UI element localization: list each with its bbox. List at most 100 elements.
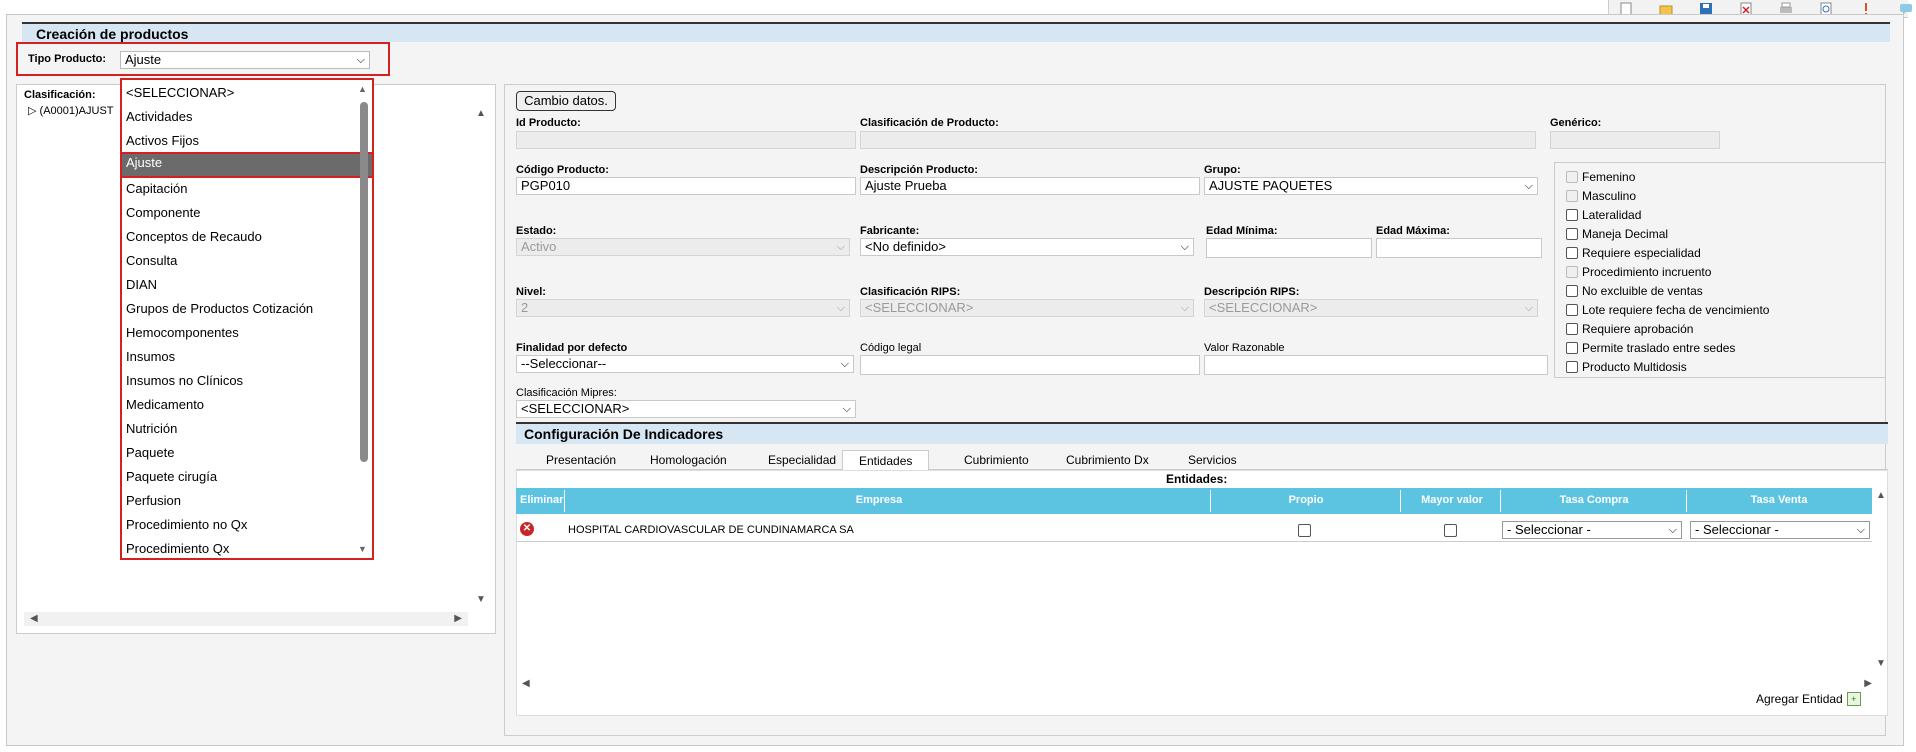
grupo-label: Grupo: bbox=[1204, 164, 1241, 176]
dropdown-option[interactable]: Actividades bbox=[126, 106, 356, 128]
codigo-producto-input[interactable]: PGP010 bbox=[516, 177, 856, 195]
descripcion-rips-label: Descripción RIPS: bbox=[1204, 286, 1300, 298]
tab-presentacion[interactable]: Presentación bbox=[530, 450, 632, 472]
checkbox-box[interactable] bbox=[1566, 342, 1578, 354]
tipo-producto-select[interactable]: Ajuste ⌵ bbox=[120, 51, 370, 69]
estado-label: Estado: bbox=[516, 225, 557, 237]
tab-cubrimiento-dx[interactable]: Cubrimiento Dx bbox=[1050, 450, 1165, 472]
id-producto-label: Id Producto: bbox=[516, 117, 581, 129]
grupo-select[interactable]: AJUSTE PAQUETES ⌵ bbox=[1204, 177, 1538, 195]
checkbox-box[interactable] bbox=[1566, 247, 1578, 259]
scroll-down-arrow-icon[interactable]: ▼ bbox=[476, 594, 486, 605]
chevron-down-icon: ⌵ bbox=[1524, 302, 1533, 314]
dropdown-option[interactable]: <SELECCIONAR> bbox=[126, 82, 356, 104]
cambio-datos-button[interactable]: Cambio datos. bbox=[516, 91, 616, 111]
tab-homologacion[interactable]: Homologación bbox=[634, 450, 743, 472]
delete-row-icon[interactable]: ✕ bbox=[520, 522, 534, 536]
chevron-down-icon: ⌵ bbox=[356, 54, 365, 66]
descripcion-producto-input[interactable]: Ajuste Prueba bbox=[860, 177, 1200, 195]
clasificacion-mipres-select[interactable]: <SELECCIONAR> ⌵ bbox=[516, 400, 856, 418]
grid-horizontal-scrollbar[interactable]: ◀ ▶ bbox=[522, 678, 1872, 692]
dropdown-option[interactable]: Nutrición bbox=[126, 418, 356, 440]
nivel-value: 2 bbox=[521, 300, 529, 315]
scroll-down-arrow-icon[interactable]: ▼ bbox=[358, 544, 367, 554]
checkbox-box[interactable] bbox=[1566, 209, 1578, 221]
option-checkbox: Femenino bbox=[1566, 170, 1635, 184]
scroll-right-arrow-icon[interactable]: ▶ bbox=[454, 613, 462, 624]
option-checkbox[interactable]: Maneja Decimal bbox=[1566, 227, 1668, 241]
dropdown-option[interactable]: Perfusion bbox=[126, 490, 356, 512]
dropdown-option[interactable]: Activos Fijos bbox=[126, 130, 356, 152]
scroll-down-arrow-icon[interactable]: ▼ bbox=[1876, 658, 1886, 669]
dropdown-option[interactable]: Consulta bbox=[126, 250, 356, 272]
scroll-right-arrow-icon[interactable]: ▶ bbox=[1864, 678, 1872, 689]
dropdown-option[interactable]: Paquete cirugía bbox=[126, 466, 356, 488]
dropdown-option[interactable]: Paquete bbox=[126, 442, 356, 464]
checkbox-box[interactable] bbox=[1566, 361, 1578, 373]
dropdown-option[interactable]: Insumos no Clínicos bbox=[126, 370, 356, 392]
option-checkbox[interactable]: Requiere especialidad bbox=[1566, 246, 1701, 260]
tree-node-label: (A0001)AJUST bbox=[39, 105, 114, 117]
edad-minima-input[interactable] bbox=[1206, 238, 1372, 258]
expand-triangle-icon[interactable]: ▷ bbox=[28, 105, 36, 117]
tree-node[interactable]: ▷ (A0001)AJUST bbox=[28, 104, 114, 117]
tab-entidades[interactable]: Entidades bbox=[842, 450, 930, 472]
agregar-entidad-label: Agregar Entidad bbox=[1756, 692, 1843, 706]
tipo-producto-dropdown-list[interactable]: <SELECCIONAR> Actividades Activos Fijos Aju… bbox=[120, 78, 374, 560]
dropdown-option[interactable]: Insumos bbox=[126, 346, 356, 368]
dropdown-option[interactable]: Capitación bbox=[126, 178, 356, 200]
col-empresa: Empresa bbox=[855, 494, 903, 506]
scroll-up-arrow-icon[interactable]: ▲ bbox=[1876, 490, 1886, 501]
tab-servicios[interactable]: Servicios bbox=[1172, 450, 1253, 472]
propio-checkbox[interactable] bbox=[1298, 524, 1311, 537]
checkbox-box[interactable] bbox=[1566, 285, 1578, 297]
scrollbar-thumb[interactable] bbox=[360, 102, 368, 462]
edad-minima-label: Edad Mínima: bbox=[1206, 225, 1278, 237]
indicadores-title: Configuración De Indicadores bbox=[524, 426, 724, 442]
chevron-down-icon: ⌵ bbox=[1180, 302, 1189, 314]
checkbox-box[interactable] bbox=[1566, 304, 1578, 316]
scroll-up-arrow-icon[interactable]: ▲ bbox=[476, 108, 486, 119]
tipo-producto-value: Ajuste bbox=[125, 52, 162, 67]
chevron-down-icon: ⌵ bbox=[1668, 524, 1677, 536]
mayor-valor-checkbox[interactable] bbox=[1444, 524, 1457, 537]
tasa-compra-select[interactable]: - Seleccionar - ⌵ bbox=[1502, 521, 1682, 539]
valor-razonable-input[interactable] bbox=[1204, 355, 1548, 375]
scroll-left-arrow-icon[interactable]: ◀ bbox=[30, 613, 38, 624]
edad-maxima-input[interactable] bbox=[1376, 238, 1542, 258]
finalidad-select[interactable]: --Seleccionar-- ⌵ bbox=[516, 355, 854, 373]
option-checkbox[interactable]: Requiere aprobación bbox=[1566, 322, 1693, 336]
dropdown-option[interactable]: DIAN bbox=[126, 274, 356, 296]
checkbox-label: Lateralidad bbox=[1582, 208, 1642, 222]
option-checkbox[interactable]: Producto Multidosis bbox=[1566, 360, 1687, 374]
page-title: Creación de productos bbox=[36, 26, 189, 42]
chevron-down-icon: ⌵ bbox=[840, 358, 849, 370]
codigo-legal-input[interactable] bbox=[860, 355, 1200, 375]
dropdown-option[interactable]: Medicamento bbox=[126, 394, 356, 416]
option-checkbox[interactable]: No excluible de ventas bbox=[1566, 284, 1703, 298]
checkbox-box[interactable] bbox=[1566, 228, 1578, 240]
scroll-up-arrow-icon[interactable]: ▲ bbox=[358, 84, 367, 94]
dropdown-option[interactable]: Componente bbox=[126, 202, 356, 224]
option-checkbox[interactable]: Permite traslado entre sedes bbox=[1566, 341, 1735, 355]
dropdown-option[interactable]: Conceptos de Recaudo bbox=[126, 226, 356, 248]
tab-especialidad[interactable]: Especialidad bbox=[752, 450, 852, 472]
option-checkbox[interactable]: Lote requiere fecha de vencimiento bbox=[1566, 303, 1769, 317]
tasa-venta-select[interactable]: - Seleccionar - ⌵ bbox=[1690, 521, 1870, 539]
fabricante-select[interactable]: <No definido> ⌵ bbox=[860, 238, 1194, 256]
dropdown-option[interactable]: Hemocomponentes bbox=[126, 322, 356, 344]
tab-cubrimiento[interactable]: Cubrimiento bbox=[948, 450, 1045, 472]
dropdown-option[interactable]: Procedimiento no Qx bbox=[126, 514, 356, 536]
horizontal-scrollbar[interactable]: ◀ ▶ bbox=[24, 612, 468, 626]
clasificacion-mipres-label: Clasificación Mipres: bbox=[516, 387, 617, 399]
checkbox-box[interactable] bbox=[1566, 323, 1578, 335]
dropdown-option[interactable]: Ajuste bbox=[120, 152, 374, 178]
dropdown-scrollbar[interactable]: ▲ ▼ bbox=[358, 84, 368, 554]
agregar-entidad-button[interactable]: Agregar Entidad + bbox=[1756, 692, 1861, 706]
option-checkbox[interactable]: Lateralidad bbox=[1566, 208, 1641, 222]
scroll-left-arrow-icon[interactable]: ◀ bbox=[522, 678, 530, 689]
checkbox-label: Producto Multidosis bbox=[1582, 360, 1687, 374]
dropdown-option[interactable]: Grupos de Productos Cotización bbox=[126, 298, 356, 320]
dropdown-option[interactable]: Procedimiento Qx bbox=[126, 538, 356, 560]
tasa-venta-value: - Seleccionar - bbox=[1695, 522, 1779, 537]
